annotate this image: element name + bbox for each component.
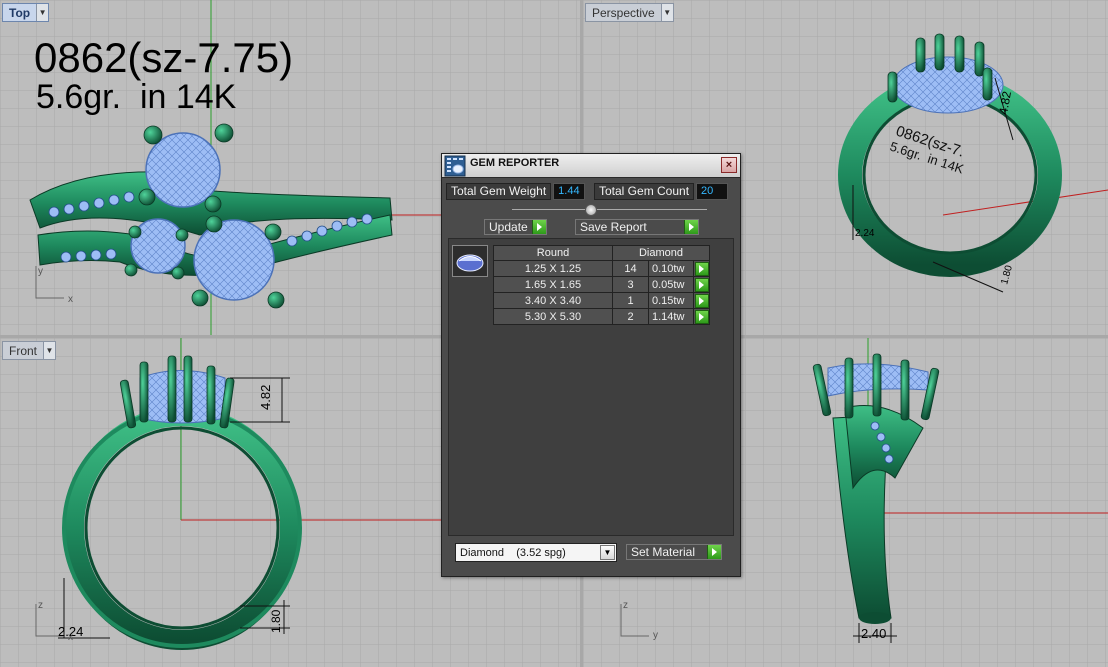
- svg-text:2.40: 2.40: [861, 626, 886, 641]
- svg-text:z: z: [38, 600, 43, 611]
- gem-reporter-panel[interactable]: GEM REPORTER × Total Gem Weight 1.44 Tot…: [441, 153, 741, 577]
- close-icon[interactable]: ×: [721, 157, 737, 173]
- svg-text:4.82: 4.82: [258, 385, 273, 410]
- gem-list-area: Round Diamond 1.25 X 1.25 14 0.10tw 1.65…: [448, 238, 734, 536]
- table-row[interactable]: 3.40 X 3.40 1 0.15tw: [493, 292, 710, 309]
- gem-reporter-icon: [444, 155, 466, 176]
- svg-text:2.24: 2.24: [855, 228, 875, 239]
- total-count-row: Total Gem Count 20: [594, 183, 729, 200]
- play-icon: [684, 220, 698, 234]
- play-icon: [707, 545, 721, 559]
- panel-title: GEM REPORTER: [470, 156, 560, 169]
- svg-text:1.80: 1.80: [999, 264, 1015, 286]
- svg-text:y: y: [38, 266, 43, 277]
- column-header-material: Diamond: [612, 245, 710, 261]
- total-weight-row: Total Gem Weight 1.44: [446, 183, 586, 200]
- update-button[interactable]: Update: [484, 219, 547, 235]
- svg-text:1.80: 1.80: [269, 609, 283, 633]
- chevron-down-icon[interactable]: ▼: [600, 545, 615, 560]
- total-weight-label: Total Gem Weight: [446, 183, 552, 200]
- gem-table: Round Diamond 1.25 X 1.25 14 0.10tw 1.65…: [493, 245, 710, 325]
- panel-slider-track: [512, 209, 707, 210]
- table-row[interactable]: 1.25 X 1.25 14 0.10tw: [493, 260, 710, 277]
- table-row[interactable]: 1.65 X 1.65 3 0.05tw: [493, 276, 710, 293]
- total-weight-value[interactable]: 1.44: [553, 183, 586, 200]
- panel-slider-handle[interactable]: [585, 204, 597, 216]
- table-row[interactable]: 5.30 X 5.30 2 1.14tw: [493, 308, 710, 325]
- svg-text:y: y: [653, 630, 658, 641]
- gem-thumbnail[interactable]: [452, 245, 488, 277]
- column-header-shape: Round: [493, 245, 613, 261]
- row-play-icon[interactable]: [694, 293, 709, 308]
- svg-text:x: x: [68, 294, 73, 305]
- total-count-label: Total Gem Count: [594, 183, 695, 200]
- material-select[interactable]: Diamond (3.52 spg) ▼: [455, 543, 617, 562]
- set-material-button[interactable]: Set Material: [626, 544, 722, 560]
- row-play-icon[interactable]: [694, 261, 709, 276]
- panel-title-bar[interactable]: GEM REPORTER ×: [442, 154, 740, 178]
- round-diamond-icon: [456, 254, 484, 272]
- row-play-icon[interactable]: [694, 277, 709, 292]
- play-icon: [531, 220, 546, 234]
- svg-text:z: z: [623, 600, 628, 611]
- svg-text:x: x: [68, 632, 73, 643]
- save-report-button[interactable]: Save Report: [575, 219, 699, 235]
- row-play-icon[interactable]: [694, 309, 709, 324]
- total-count-value[interactable]: 20: [696, 183, 729, 200]
